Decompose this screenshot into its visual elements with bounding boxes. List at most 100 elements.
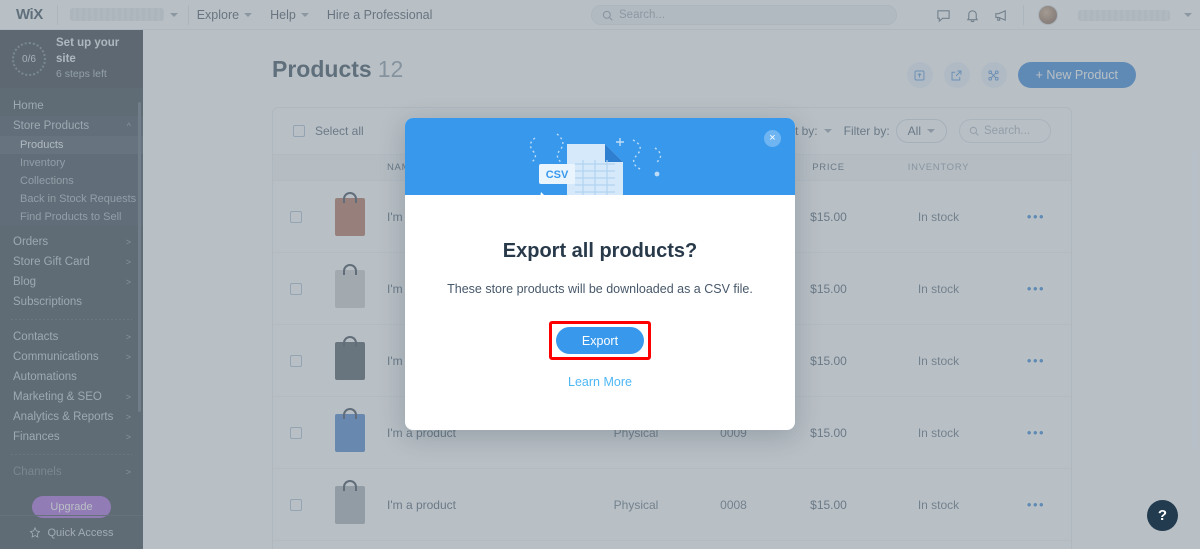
site-selector[interactable] — [58, 4, 188, 26]
sidebar-item-communications[interactable]: Communications > — [0, 347, 143, 367]
row-more-actions[interactable]: ••• — [1001, 209, 1071, 224]
help-button[interactable]: ? — [1147, 500, 1178, 531]
table-search-input[interactable]: Search... — [959, 119, 1051, 143]
sidebar-item-label: Find Products to Sell — [20, 211, 122, 223]
export-products-modal: CSV × Export all products? These store p… — [405, 118, 795, 430]
sidebar-item-subscriptions[interactable]: Subscriptions — [0, 292, 143, 312]
divider — [188, 5, 189, 25]
sidebar-item-collections[interactable]: Collections — [0, 172, 143, 190]
filter-by-control: Filter by: All — [844, 119, 947, 143]
connect-icon[interactable] — [981, 62, 1007, 88]
global-search-input[interactable]: Search... — [591, 5, 897, 25]
sidebar-item-orders[interactable]: Orders > — [0, 232, 143, 252]
sidebar-item-contacts[interactable]: Contacts > — [0, 327, 143, 347]
quick-access-label: Quick Access — [47, 527, 113, 539]
sidebar-item-label: Automations — [13, 371, 77, 383]
row-checkbox[interactable] — [290, 355, 302, 367]
close-icon[interactable]: × — [764, 130, 781, 147]
row-more-actions[interactable]: ••• — [1001, 281, 1071, 296]
row-checkbox[interactable] — [290, 283, 302, 295]
sidebar-item-channels[interactable]: Channels > — [0, 462, 143, 482]
product-thumbnail — [335, 198, 365, 236]
page-scrollbar[interactable] — [1192, 150, 1197, 450]
bag-handle-icon — [343, 336, 357, 347]
export-icon[interactable] — [944, 62, 970, 88]
row-more-actions[interactable]: ••• — [1001, 425, 1071, 440]
filter-by-value: All — [908, 124, 921, 138]
th-inventory: INVENTORY — [876, 162, 1001, 173]
new-product-button[interactable]: + New Product — [1018, 62, 1136, 88]
row-more-actions[interactable]: ••• — [1001, 353, 1071, 368]
sidebar-item-label: Collections — [20, 175, 74, 187]
sidebar-divider — [11, 454, 132, 455]
sidebar-item-analytics-and-reports[interactable]: Analytics & Reports > — [0, 407, 143, 427]
bag-handle-icon — [343, 408, 357, 419]
row-checkbox[interactable] — [290, 427, 302, 439]
divider — [1023, 5, 1024, 25]
sidebar-item-inventory[interactable]: Inventory — [0, 154, 143, 172]
filter-by-dropdown[interactable]: All — [896, 119, 947, 143]
sidebar-item-label: Back in Stock Requests — [20, 193, 136, 205]
wix-logo[interactable]: WiX — [0, 6, 57, 23]
sidebar-item-products[interactable]: Products — [0, 136, 143, 154]
top-bar: WiX Explore Help Hire a Professional — [0, 0, 1200, 30]
chevron-right-icon: > — [126, 412, 131, 422]
sidebar-item-automations[interactable]: Automations — [0, 367, 143, 387]
page-title-text: Products — [272, 56, 372, 82]
chevron-down-icon[interactable] — [1184, 13, 1192, 17]
sidebar-scrollbar[interactable] — [138, 102, 141, 412]
row-thumbnail-cell — [319, 414, 381, 452]
modal-title: Export all products? — [439, 240, 761, 263]
setup-your-site-panel[interactable]: 0/6 Set up your site 6 steps left — [0, 30, 143, 88]
megaphone-icon[interactable] — [994, 8, 1009, 23]
row-sku: 0008 — [686, 498, 781, 512]
select-all-checkbox[interactable] — [293, 125, 305, 137]
page-title: Products12 — [272, 56, 403, 83]
topnav-help-label: Help — [270, 8, 296, 22]
chevron-down-icon — [824, 129, 832, 133]
row-price: $15.00 — [781, 426, 876, 440]
sidebar-item-label: Store Gift Card — [13, 256, 90, 268]
import-icon[interactable] — [907, 62, 933, 88]
sidebar-item-find-products-to-sell[interactable]: Find Products to Sell — [0, 208, 143, 226]
setup-progress-ring: 0/6 — [12, 42, 46, 76]
export-button[interactable]: Export — [556, 327, 644, 354]
sidebar-item-blog[interactable]: Blog > — [0, 272, 143, 292]
top-bar-right — [936, 0, 1192, 30]
sidebar-item-store-gift-card[interactable]: Store Gift Card > — [0, 252, 143, 272]
row-thumbnail-cell — [319, 486, 381, 524]
sidebar-item-label: Store Products — [13, 120, 89, 132]
chevron-right-icon: > — [126, 352, 131, 362]
chevron-right-icon: > — [126, 332, 131, 342]
bell-icon[interactable] — [965, 8, 980, 23]
table-row[interactable]: I'm a product Physical 0008 $15.00 In st… — [273, 469, 1071, 541]
topnav-help[interactable]: Help — [270, 8, 309, 22]
topnav-hire-a-professional[interactable]: Hire a Professional — [327, 8, 433, 22]
row-inventory: In stock — [876, 354, 1001, 368]
sidebar-item-store-products[interactable]: Store Products ^ — [0, 116, 143, 136]
sidebar-item-marketing-and-seo[interactable]: Marketing & SEO > — [0, 387, 143, 407]
chevron-right-icon: > — [126, 432, 131, 442]
modal-hero: CSV × — [405, 118, 795, 195]
topnav-explore[interactable]: Explore — [197, 8, 252, 22]
learn-more-link[interactable]: Learn More — [439, 375, 761, 389]
row-checkbox-cell — [273, 211, 319, 223]
search-icon — [602, 10, 613, 21]
csv-file-illustration: CSV — [505, 126, 695, 195]
row-checkbox[interactable] — [290, 211, 302, 223]
chevron-down-icon — [301, 13, 309, 17]
chevron-right-icon: > — [126, 237, 131, 247]
modal-subtitle: These store products will be downloaded … — [439, 280, 761, 299]
chat-icon[interactable] — [936, 8, 951, 23]
row-checkbox-cell — [273, 427, 319, 439]
sidebar-item-home[interactable]: Home — [0, 96, 143, 116]
row-checkbox[interactable] — [290, 499, 302, 511]
sidebar-item-back-in-stock-requests[interactable]: Back in Stock Requests — [0, 190, 143, 208]
row-more-actions[interactable]: ••• — [1001, 497, 1071, 512]
sidebar-item-finances[interactable]: Finances > — [0, 427, 143, 447]
sidebar-item-label: Marketing & SEO — [13, 391, 102, 403]
quick-access-button[interactable]: Quick Access — [0, 515, 143, 549]
avatar[interactable] — [1038, 5, 1058, 25]
export-highlight-box: Export — [549, 321, 651, 360]
sidebar-item-label: Channels — [13, 466, 62, 478]
